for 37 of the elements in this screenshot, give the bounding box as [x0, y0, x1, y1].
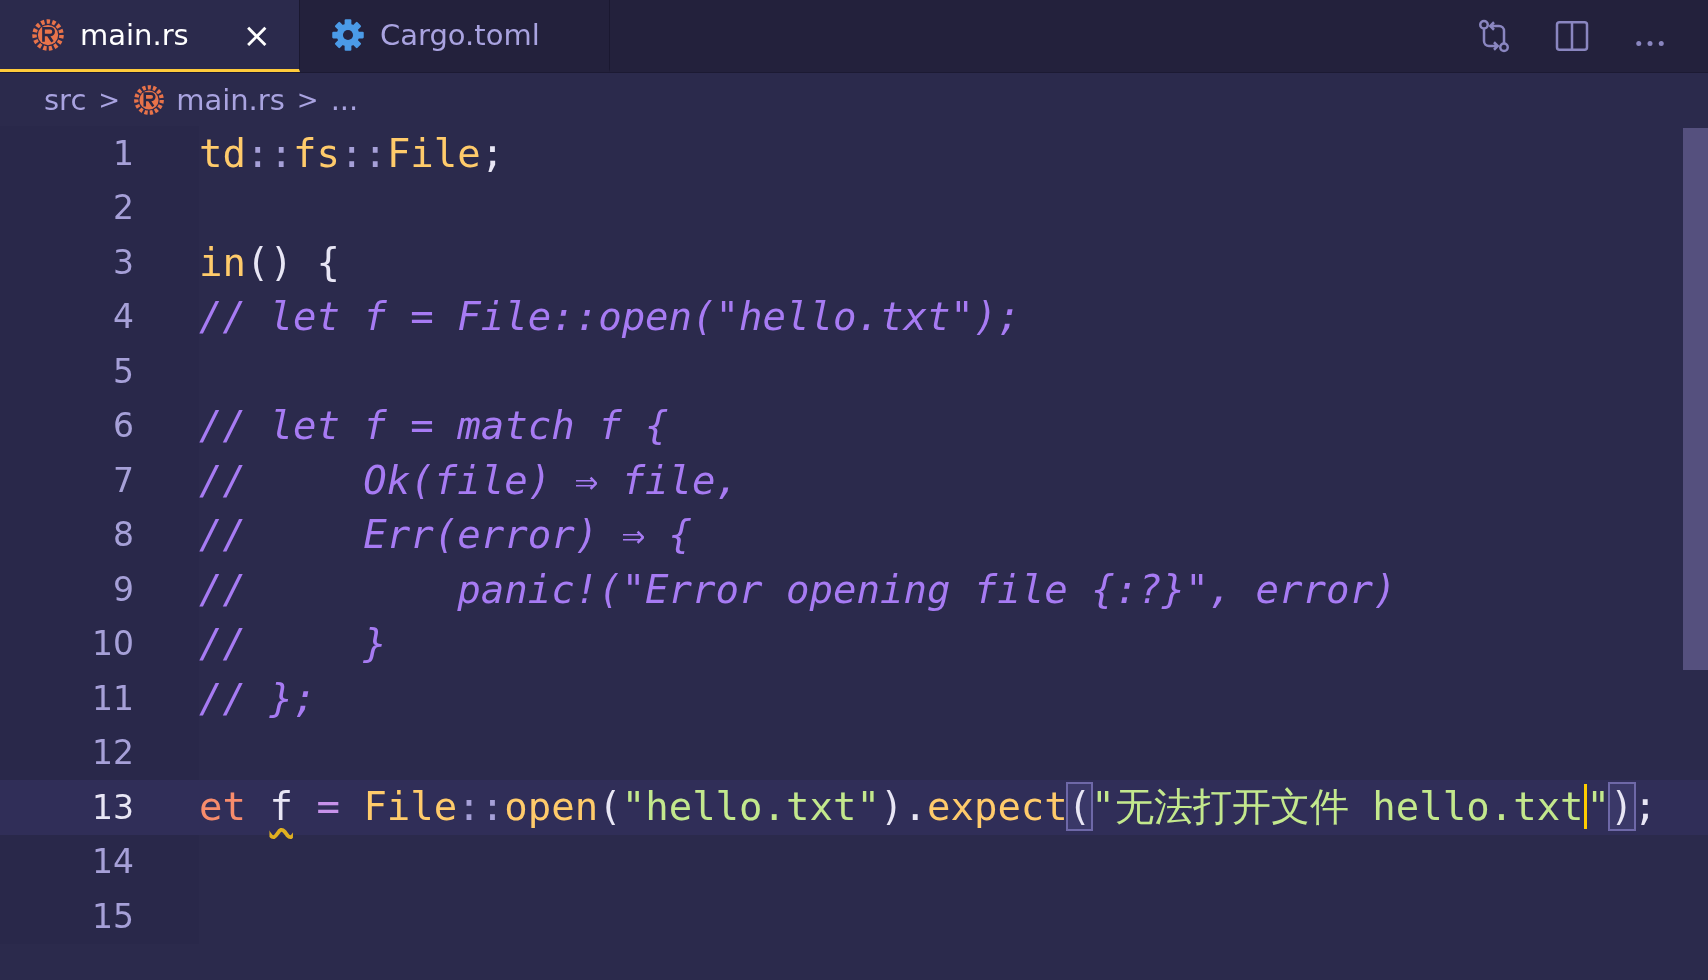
- breadcrumb-item[interactable]: src: [44, 82, 87, 117]
- code-line: // };: [199, 675, 317, 721]
- close-button[interactable]: ×: [242, 14, 271, 55]
- code-line: td::fs::File;: [199, 130, 505, 176]
- line-number: 5: [113, 351, 134, 391]
- line-number: 2: [113, 188, 134, 228]
- line-number: 15: [92, 896, 134, 936]
- code-line: // Err(error) ⇒ {: [199, 512, 693, 558]
- code-line: // Ok(file) ⇒ file,: [199, 457, 740, 503]
- editor-tab[interactable]: main.rs ×: [0, 0, 300, 72]
- gear-icon: [330, 16, 366, 53]
- line-number: 3: [113, 242, 134, 282]
- code-line: // let f = File::open("hello.txt");: [199, 294, 1021, 340]
- line-number: 11: [92, 678, 134, 718]
- line-number: 1: [113, 133, 134, 173]
- code-line: in() {: [199, 239, 340, 285]
- code-line: // let f = match f {: [199, 403, 669, 449]
- line-number: 8: [113, 515, 134, 555]
- rust-file-icon: [30, 16, 66, 53]
- chevron-icon: >: [98, 84, 121, 115]
- code-line: // }: [199, 621, 387, 667]
- line-number: 7: [113, 460, 134, 500]
- breadcrumb-item[interactable]: ...: [330, 82, 359, 117]
- scrollbar[interactable]: [1683, 128, 1708, 670]
- line-number: 12: [92, 733, 134, 773]
- chevron-icon: >: [296, 84, 319, 115]
- line-number: 4: [113, 297, 134, 337]
- code-line: et f = File::open("hello.txt").expect("无法打开文件 hello.txt");: [199, 784, 1658, 830]
- line-number: 14: [92, 842, 134, 882]
- rust-file-icon: [132, 82, 167, 117]
- breadcrumb-item[interactable]: main.rs: [176, 82, 285, 117]
- code-line: // panic!("Error opening file {:?}", error): [199, 566, 1397, 612]
- line-number: 9: [113, 569, 134, 609]
- line-number: 6: [113, 406, 134, 446]
- editor-tab[interactable]: Cargo.toml: [300, 0, 610, 72]
- line-number: 13: [92, 787, 134, 827]
- line-number: 10: [92, 624, 134, 664]
